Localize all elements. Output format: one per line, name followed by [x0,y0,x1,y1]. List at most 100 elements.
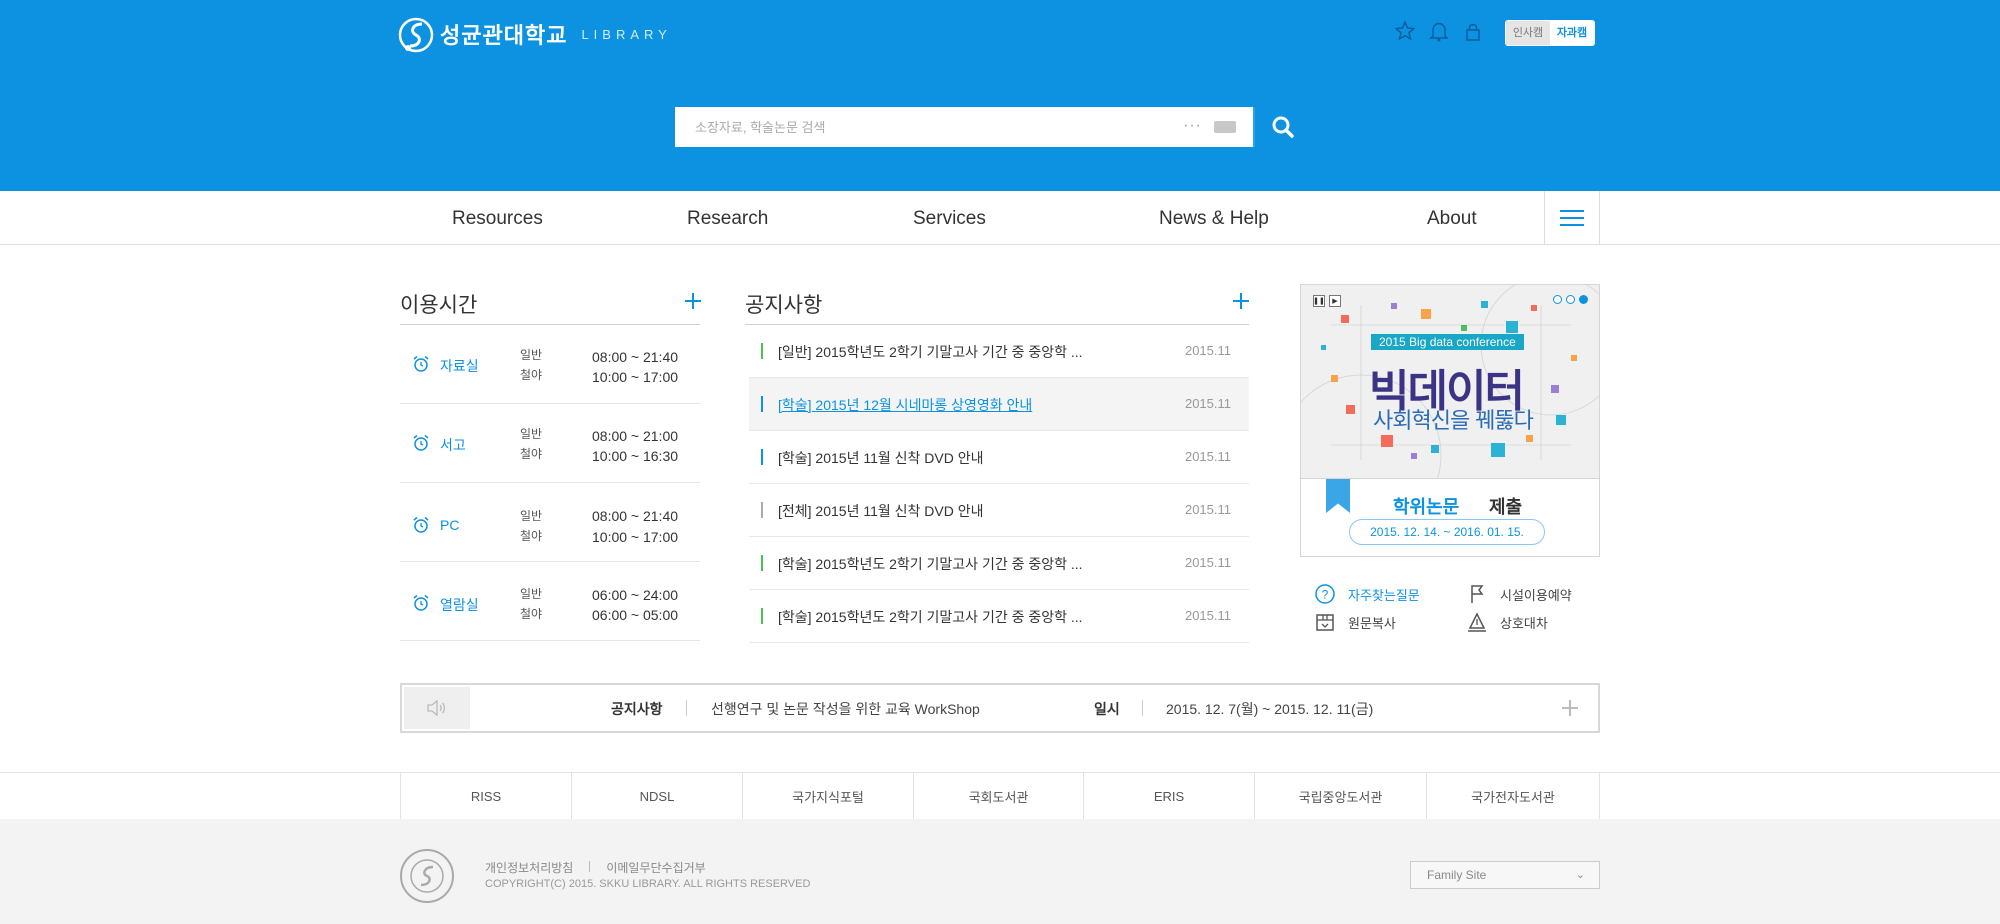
nav-services[interactable]: Services [913,208,986,230]
slide-dot[interactable] [1553,295,1562,304]
logo[interactable]: 성균관대학교 LIBRARY [398,12,672,56]
alarm-clock-icon [413,594,429,611]
university-logo-icon [398,17,434,53]
nav-resources[interactable]: Resources [452,208,543,230]
notice-item[interactable]: [학술] 2015학년도 2학기 기말고사 기간 중 중앙학 ... 2015.1… [749,537,1249,590]
star-icon[interactable] [1394,20,1416,44]
quick-link-copy[interactable]: 원문복사 [1314,611,1396,633]
notice-category-bar [761,449,763,465]
ticker-more-plus-icon[interactable] [1562,700,1578,716]
hours-label-overnight: 철야 [520,447,543,461]
hours-label-normal: 일반 [520,427,543,441]
related-site-eris[interactable]: ERIS [1083,773,1254,819]
search-options-button[interactable]: ··· [1183,117,1202,135]
hours-label-normal: 일반 [520,348,543,362]
related-site-national-digital-library[interactable]: 국가전자도서관 [1426,773,1600,819]
chevron-down-icon: ⌄ [1575,869,1585,881]
related-site-national-assembly-library[interactable]: 국회도서관 [913,773,1083,819]
related-site-riss[interactable]: RISS [400,773,571,819]
notice-category-bar [761,396,763,412]
notice-item[interactable]: [학술] 2015년 11월 신착 DVD 안내 2015.11 [749,431,1249,484]
notices-more-plus-icon[interactable] [1233,293,1249,309]
notice-category-bar [761,555,763,571]
notice-title[interactable]: [학술] 2015학년도 2학기 기말고사 기간 중 중앙학 ... [778,554,1083,574]
notice-title[interactable]: [학술] 2015년 11월 신착 DVD 안내 [778,448,984,468]
quick-link-interlibrary[interactable]: 상호대차 [1466,611,1548,633]
notice-date: 2015.11 [1184,555,1231,570]
quick-link-faq[interactable]: ? 자주찾는질문 [1314,583,1420,605]
campus-humanities-button[interactable]: 인사캠 [1506,21,1550,45]
hours-time-normal: 08:00 ~ 21:00 [592,428,679,444]
slide-dot-active[interactable] [1579,295,1588,304]
notice-date: 2015.11 [1184,449,1231,464]
email-policy-link[interactable]: 이메일무단수집거부 [606,859,705,876]
notice-item[interactable]: [학술] 2015년 12월 시네마롱 상영영화 안내 2015.11 [749,378,1249,431]
hours-label-normal: 일반 [520,509,543,523]
search-button[interactable] [1253,107,1311,147]
event-banner[interactable]: ❚❚ ▶ 2015 Big data conference 빅데이터 사회혁신을… [1300,284,1600,557]
thesis-title-suffix: 제출 [1489,497,1523,518]
search-icon [1272,116,1294,138]
logo-name: 성균관대학교 [440,24,568,49]
lock-icon[interactable] [1463,20,1483,44]
related-site-national-library[interactable]: 국립중앙도서관 [1254,773,1426,819]
play-icon[interactable]: ▶ [1329,295,1341,307]
campus-toggle: 인사캠 자과캠 [1505,20,1595,46]
hours-time-normal: 08:00 ~ 21:40 [592,349,679,365]
speaker-icon [404,687,470,729]
footer-separator [589,861,591,872]
hours-name: 열람실 [440,597,479,613]
hours-title: 이용시간 [400,293,478,317]
keyboard-icon[interactable] [1214,121,1236,133]
ticker-separator [1142,700,1143,716]
ticker-date-label: 일시 [1094,701,1120,717]
hours-time-overnight: 10:00 ~ 16:30 [592,448,679,464]
notice-date: 2015.11 [1184,343,1231,358]
search-box: ··· [675,107,1253,147]
banner-conference-label: 2015 Big data conference [1371,334,1524,350]
notice-title[interactable]: [일반] 2015학년도 2학기 기말고사 기간 중 중앙학 ... [778,342,1083,362]
alarm-clock-icon [413,434,429,451]
notice-category-bar [761,343,763,359]
privacy-policy-link[interactable]: 개인정보처리방침 [485,859,573,876]
related-site-ndsl[interactable]: NDSL [571,773,742,819]
hours-row: 자료실 일반 철야 08:00 ~ 21:40 10:00 ~ 17:00 [400,325,700,404]
quick-link-label: 시설이용예약 [1500,587,1572,603]
nav-research[interactable]: Research [687,208,768,230]
family-site-select[interactable]: Family Site ⌄ [1410,861,1600,889]
campus-natural-sciences-button[interactable]: 자과캠 [1550,21,1594,45]
ticker-label: 공지사항 [611,701,663,717]
hours-more-plus-icon[interactable] [685,293,701,309]
hours-time-overnight: 06:00 ~ 05:00 [592,607,679,623]
hours-name: 서고 [440,437,466,453]
copyright: COPYRIGHT(C) 2015. SKKU LIBRARY. ALL RIG… [485,878,811,890]
notice-item[interactable]: [학술] 2015학년도 2학기 기말고사 기간 중 중앙학 ... 2015.1… [749,590,1249,643]
bell-icon[interactable] [1429,20,1449,44]
hours-row: 서고 일반 철야 08:00 ~ 21:00 10:00 ~ 16:30 [400,404,700,483]
nav-about[interactable]: About [1427,208,1477,230]
notice-title[interactable]: [학술] 2015년 12월 시네마롱 상영영화 안내 [778,395,1032,415]
family-site-label: Family Site [1427,868,1487,882]
pause-icon[interactable]: ❚❚ [1313,295,1325,307]
related-site-knowledge-portal[interactable]: 국가지식포털 [742,773,913,819]
notice-item[interactable]: [일반] 2015학년도 2학기 기말고사 기간 중 중앙학 ... 2015.1… [749,325,1249,378]
ticker-text[interactable]: 선행연구 및 논문 작성을 위한 교육 WorkShop [711,699,980,719]
slide-dot[interactable] [1566,295,1575,304]
quick-link-facility[interactable]: 시설이용예약 [1466,583,1572,605]
hours-label-overnight: 철야 [520,368,543,382]
footer-links: 개인정보처리방침 이메일무단수집거부 [485,859,706,876]
search-input[interactable] [675,107,1155,147]
quick-link-label: 자주찾는질문 [1348,587,1420,603]
nav-news-help[interactable]: News & Help [1159,208,1269,230]
hours-row: 열람실 일반 철야 06:00 ~ 24:00 06:00 ~ 05:00 [400,562,700,641]
notice-category-bar [761,608,763,624]
notice-item[interactable]: [전체] 2015년 11월 신착 DVD 안내 2015.11 [749,484,1249,537]
notice-date: 2015.11 [1184,608,1231,623]
notice-title[interactable]: [학술] 2015학년도 2학기 기말고사 기간 중 중앙학 ... [778,607,1083,627]
thesis-title: 학위논문 [1393,497,1460,518]
related-sites: RISS NDSL 국가지식포털 국회도서관 ERIS 국립중앙도서관 국가전자… [0,772,2000,819]
alarm-clock-icon [413,355,429,372]
thesis-submission-box: 학위논문 제출 2015. 12. 14. ~ 2016. 01. 15. [1301,478,1599,556]
menu-icon[interactable] [1544,191,1600,244]
notice-title[interactable]: [전체] 2015년 11월 신착 DVD 안내 [778,501,984,521]
